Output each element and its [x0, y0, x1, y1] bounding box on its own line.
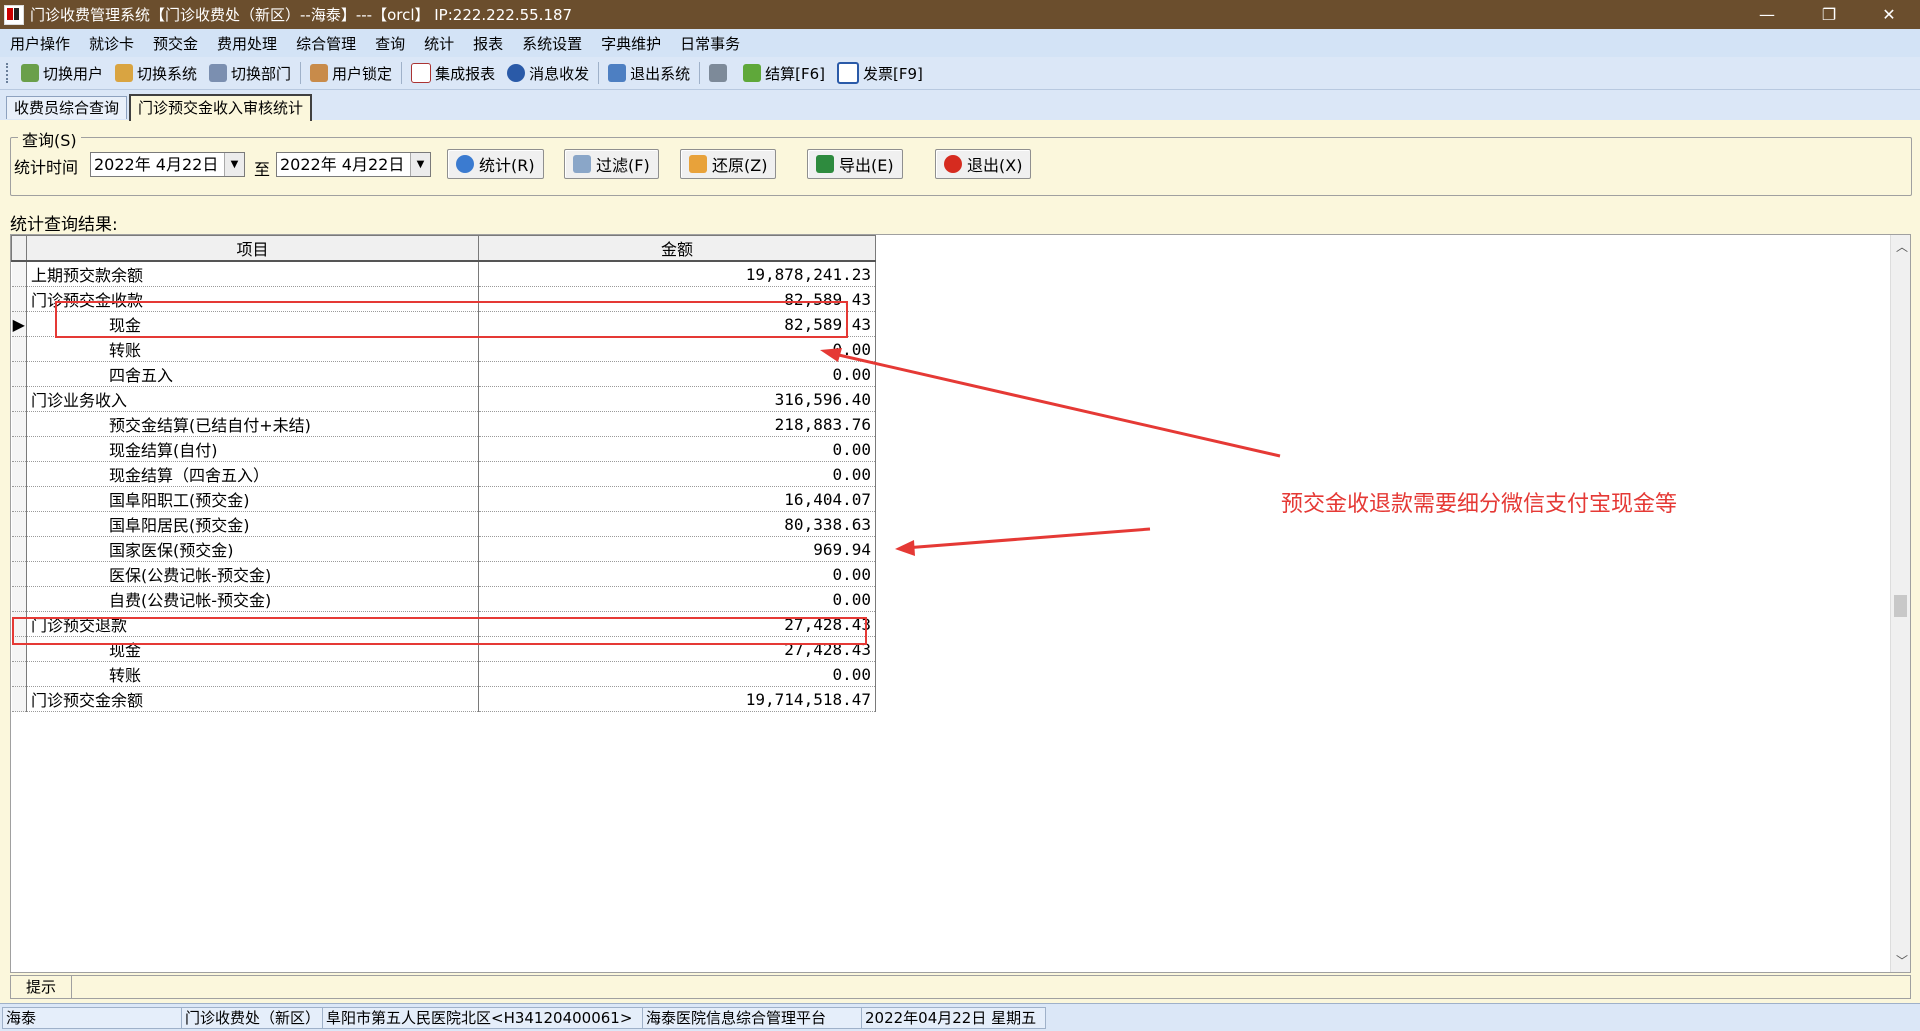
- status-user: 海泰: [2, 1007, 182, 1029]
- status-platform: 海泰医院信息综合管理平台: [642, 1007, 862, 1029]
- status-dept: 门诊收费处（新区）: [181, 1007, 323, 1029]
- status-date: 2022年04月22日 星期五: [861, 1007, 1046, 1029]
- arrow-line-lower: [904, 527, 1151, 550]
- arrow-head-lower: [895, 540, 915, 556]
- status-bar: 海泰 门诊收费处（新区） 阜阳市第五人民医院北区<H34120400061> 海…: [0, 1003, 1920, 1031]
- arrow-head-upper: [820, 348, 842, 362]
- tip-label: 提示: [11, 976, 72, 998]
- tip-row: 提示: [10, 975, 1911, 999]
- status-hospital: 阜阳市第五人民医院北区<H34120400061>: [322, 1007, 643, 1029]
- annotation-text: 预交金收退款需要细分微信支付宝现金等: [1281, 492, 1678, 517]
- arrow-line-upper: [829, 351, 1281, 458]
